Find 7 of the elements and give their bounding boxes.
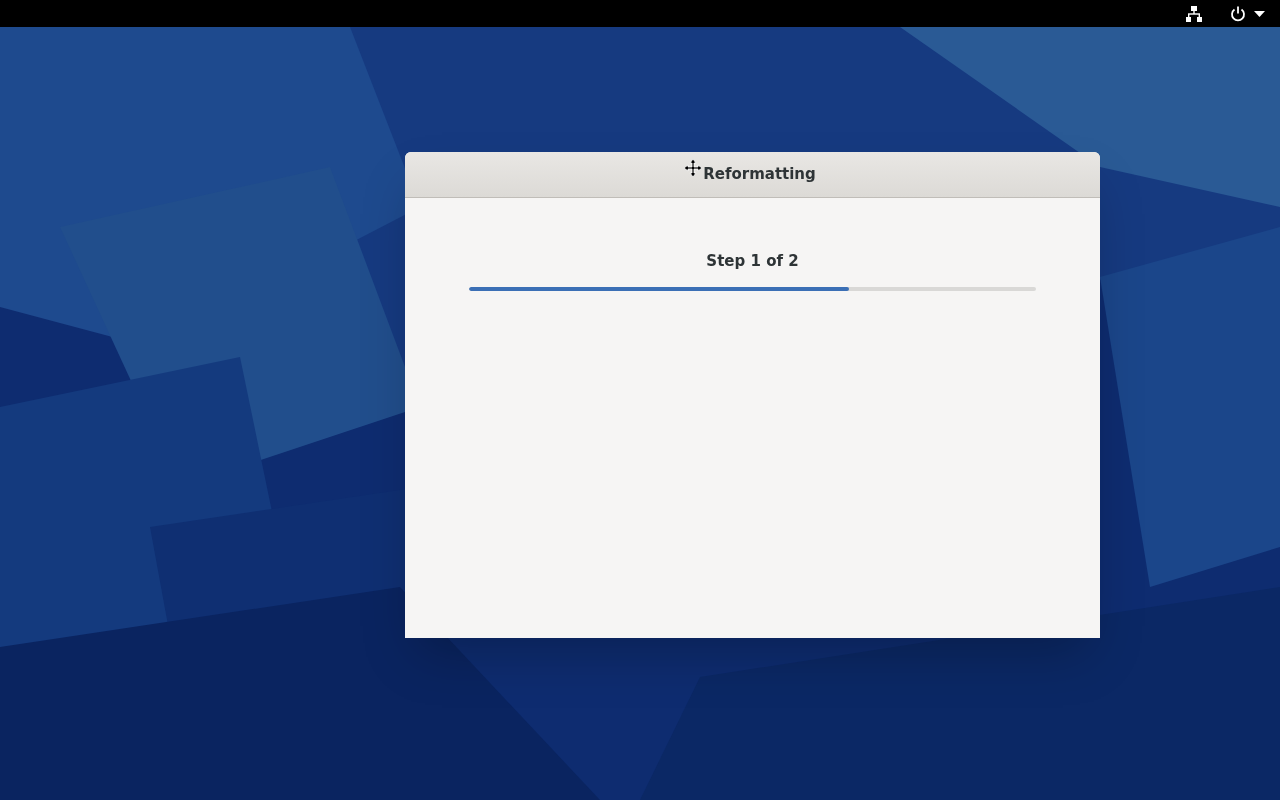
step-label: Step 1 of 2 [706, 251, 799, 272]
network-icon[interactable] [1186, 5, 1202, 22]
caret-icon [1254, 10, 1265, 17]
power-icon [1230, 5, 1246, 22]
move-cursor-icon [684, 159, 702, 177]
system-menu[interactable] [1230, 5, 1265, 22]
window-title: Reformatting [703, 164, 816, 186]
